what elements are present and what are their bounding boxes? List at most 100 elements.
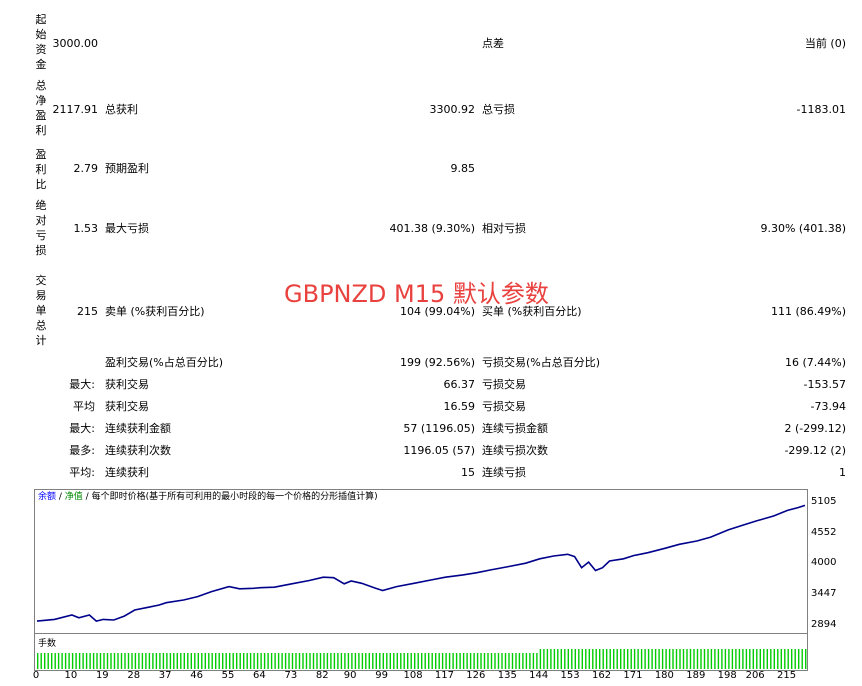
volume-bar: [417, 653, 419, 669]
row-prefix: 最大:: [69, 378, 95, 391]
volume-bar: [134, 653, 137, 669]
expected-payoff-value: 9.85: [450, 162, 476, 175]
volume-bar: [581, 649, 583, 669]
volume-bar: [532, 653, 535, 669]
x-tick-label: 19: [95, 670, 109, 681]
profit-factor-value: 2.79: [73, 162, 99, 175]
volume-bar: [585, 649, 587, 669]
y-tick-label: 2894: [811, 619, 837, 630]
max-consecutive-wins-value: 1196.05 (57): [403, 444, 475, 457]
volume-bar: [110, 653, 112, 669]
y-tick-label: 4000: [811, 557, 837, 569]
gross-loss-label: 总亏损: [482, 103, 515, 116]
volume-bar: [194, 653, 196, 669]
volume-bar: [330, 653, 332, 669]
row-prefix: 最大:: [69, 422, 95, 435]
max-consecutive-losses-value: -299.12 (2): [784, 444, 846, 457]
long-positions-value: 111 (86.49%): [770, 305, 846, 318]
largest-profit-value: 66.37: [443, 378, 476, 391]
spread-value: 当前 (0): [804, 37, 846, 50]
x-axis: 0 10 19 28 37 46 55 64 73 82 90 99 108 117 126 135 144 15…: [33, 670, 806, 684]
volume-bar: [798, 649, 800, 669]
balance-line: [36, 504, 806, 622]
volume-bar: [504, 653, 507, 669]
volume-bar: [312, 653, 315, 669]
volume-bar: [721, 649, 723, 669]
x-tick-label: 198: [717, 670, 737, 681]
volume-bar: [229, 653, 231, 669]
volume-bar: [37, 653, 39, 669]
volume-bar: [232, 653, 234, 669]
volume-bar: [738, 649, 741, 669]
volume-bar: [267, 653, 269, 669]
volume-bar: [686, 649, 688, 669]
volume-bar: [145, 653, 147, 669]
volume-bar: [606, 649, 608, 669]
volume-bar: [82, 653, 84, 669]
volume-bar: [368, 653, 370, 669]
volume-bar: [173, 653, 175, 669]
volume-bar: [480, 653, 482, 669]
volume-bar: [784, 649, 786, 669]
x-tick-label: 126: [466, 670, 486, 681]
volume-bar: [567, 649, 569, 669]
volume-bar: [159, 653, 161, 669]
volume-bar: [508, 653, 510, 669]
volume-bar: [215, 653, 217, 669]
volume-bar: [120, 653, 123, 669]
volume-bar: [166, 653, 168, 669]
x-tick-label: 82: [315, 670, 329, 681]
volume-bar: [571, 649, 573, 669]
volume-bar: [99, 653, 102, 669]
volume-bar: [459, 653, 461, 669]
volume-bar: [543, 649, 545, 669]
volume-bar: [44, 653, 46, 669]
volume-bars: [37, 649, 807, 669]
volume-bar: [410, 653, 412, 669]
volume-bar: [40, 653, 42, 669]
volume-bar: [393, 653, 395, 669]
volume-bar: [421, 653, 423, 669]
volume-bar: [225, 653, 227, 669]
volume-bar: [222, 653, 224, 669]
x-tick-label: 189: [686, 670, 706, 681]
volume-bar: [64, 653, 67, 669]
volume-bar: [291, 653, 294, 669]
volume-bar: [658, 649, 660, 669]
volume-panel: 手数: [34, 633, 808, 671]
volume-bar: [455, 653, 458, 669]
average-consecutive-losses-value: 1: [839, 466, 846, 479]
volume-bar: [633, 649, 636, 669]
volume-bar: [525, 653, 528, 669]
volume-bar: [400, 653, 402, 669]
y-tick-label: 5105: [811, 496, 837, 507]
volume-bar: [407, 653, 409, 669]
volume-bar: [183, 653, 185, 669]
volume-bar: [152, 653, 154, 669]
volume-bar: [117, 653, 119, 669]
volume-bar: [190, 653, 192, 669]
volume-bar: [326, 653, 329, 669]
volume-bar: [236, 653, 238, 669]
volume-bar: [763, 649, 765, 669]
volume-bar: [253, 653, 255, 669]
x-tick-label: 108: [403, 670, 423, 681]
volume-bar: [675, 649, 678, 669]
volume-bar: [260, 653, 262, 669]
relative-drawdown-label: 相对亏损: [482, 222, 526, 235]
initial-deposit-label: 起始资金: [35, 13, 47, 71]
volume-bar: [78, 653, 81, 669]
volume-bar: [288, 653, 290, 669]
volume-bar: [466, 653, 468, 669]
volume-bar: [710, 649, 713, 669]
volume-bar: [613, 649, 615, 669]
volume-bar: [483, 653, 486, 669]
volume-bar: [731, 649, 734, 669]
volume-bar: [745, 649, 748, 669]
volume-bar: [218, 653, 220, 669]
volume-bar: [787, 649, 789, 669]
x-tick-label: 171: [623, 670, 643, 681]
volume-bar: [801, 649, 803, 669]
average-loss-value: -73.94: [810, 400, 846, 413]
volume-bar: [47, 653, 49, 669]
